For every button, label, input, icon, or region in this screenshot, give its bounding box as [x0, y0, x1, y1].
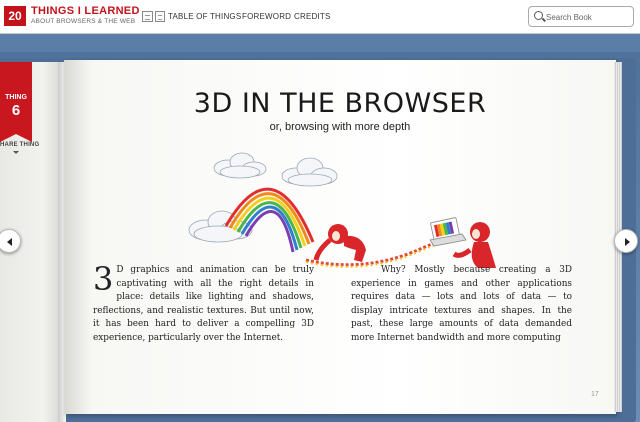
chapter-subtitle: or, browsing with more depth: [269, 121, 411, 133]
body-column-left: 3D graphics and animation can be truly c…: [93, 260, 314, 346]
next-page-button[interactable]: [614, 229, 638, 253]
arrow-left-icon: [7, 238, 12, 246]
body-text-right: Why? Mostly because creating a 3D experi…: [351, 265, 572, 343]
nav-table-of-things[interactable]: TABLE OF THINGS: [168, 12, 241, 21]
top-bar: 20 THINGS I LEARNED ABOUT BROWSERS & THE…: [0, 0, 640, 34]
page-number: 17: [591, 391, 599, 398]
nav-credits[interactable]: CREDITS: [294, 12, 331, 21]
rainbow: [224, 187, 315, 253]
search-input[interactable]: [546, 10, 630, 24]
search-box[interactable]: [528, 6, 634, 27]
cloud-top: [213, 152, 267, 179]
arrow-right-icon: [625, 238, 630, 246]
logo-title[interactable]: THINGS I LEARNED: [31, 5, 140, 17]
search-icon: [534, 11, 543, 20]
logo-subtitle[interactable]: ABOUT BROWSERS & THE WEB: [31, 18, 135, 25]
share-caret-icon[interactable]: [13, 151, 19, 154]
drop-cap: 3: [93, 260, 114, 298]
body-text-left: D graphics and animation can be truly ca…: [93, 265, 314, 343]
rainbow-illustration: [188, 152, 496, 268]
body-column-right: Why? Mostly because creating a 3D experi…: [351, 264, 572, 346]
nav-foreword[interactable]: FOREWORD: [242, 12, 291, 21]
chapter-title: 3D IN THE BROWSER: [193, 88, 487, 119]
table-of-things-icon[interactable]: [142, 11, 165, 22]
logo-number[interactable]: 20: [4, 6, 26, 26]
cloud-right: [281, 157, 338, 187]
figure-right: [429, 217, 496, 268]
thing-label: THING: [5, 94, 27, 101]
figure-left: [313, 224, 366, 262]
thing-number: 6: [11, 102, 21, 119]
share-thing-link[interactable]: HARE THING: [0, 142, 39, 148]
